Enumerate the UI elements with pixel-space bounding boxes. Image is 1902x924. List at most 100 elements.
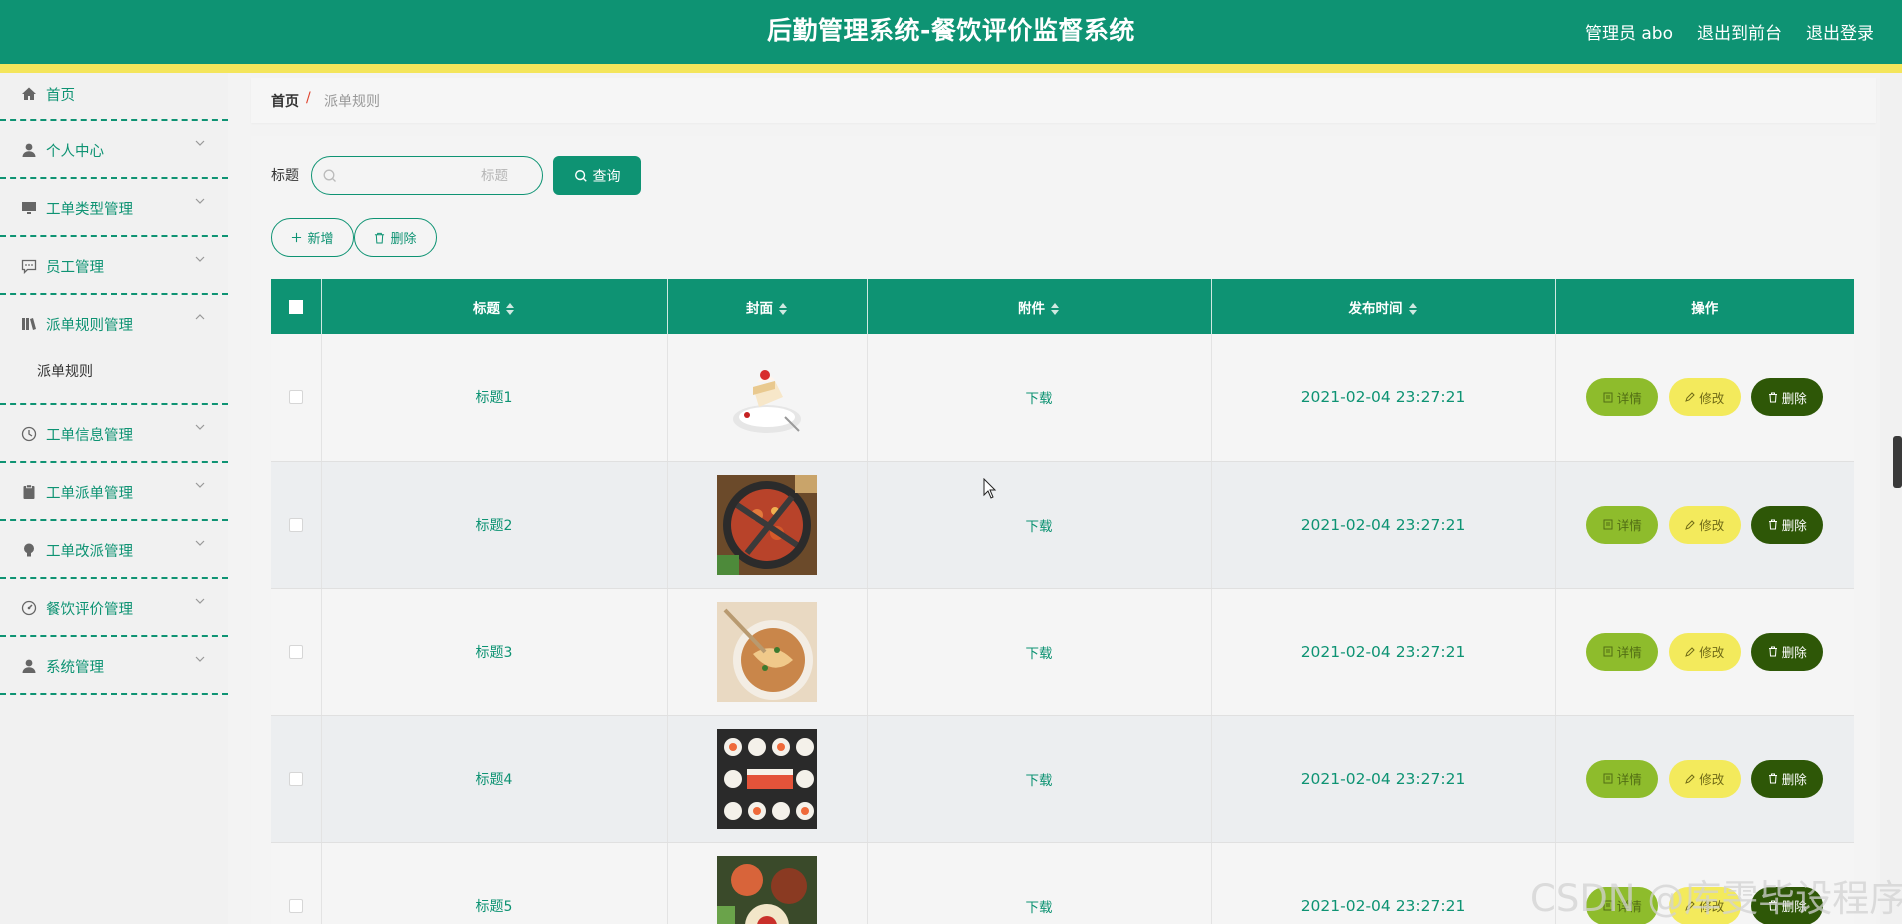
chevron-down-icon xyxy=(195,656,205,662)
trash-icon xyxy=(375,232,385,244)
chevron-down-icon xyxy=(195,198,205,204)
cell-publish-time: 2021-02-04 23:27:21 xyxy=(1211,842,1556,924)
home-icon xyxy=(22,87,36,100)
sidebar-item-staff[interactable]: 员工管理 xyxy=(0,237,228,295)
cell-title: 标题2 xyxy=(321,461,668,589)
sidebar-subitem-dispatch-rule[interactable]: 派单规则 xyxy=(0,347,228,393)
cell-publish-time: 2021-02-04 23:27:21 xyxy=(1211,588,1556,716)
column-header-attachment[interactable]: 附件 xyxy=(867,279,1212,334)
search-field[interactable] xyxy=(311,156,543,195)
document-icon xyxy=(1603,392,1613,403)
sidebar-item-ticket-dispatch[interactable]: 工单派单管理 xyxy=(0,463,228,521)
breadcrumb-home[interactable]: 首页 xyxy=(271,91,299,111)
cell-attachment-download[interactable]: 下载 xyxy=(867,715,1212,843)
gauge-icon xyxy=(21,600,37,616)
detail-button[interactable]: 详情 xyxy=(1586,759,1659,798)
sidebar-item-ticket-info[interactable]: 工单信息管理 xyxy=(0,405,228,463)
book-icon xyxy=(22,318,36,330)
column-header-actions: 操作 xyxy=(1555,279,1854,334)
sidebar-item-ticket-type[interactable]: 工单类型管理 xyxy=(0,179,228,237)
row-checkbox[interactable] xyxy=(288,390,303,405)
row-checkbox[interactable] xyxy=(288,517,303,532)
trash-icon xyxy=(1768,773,1777,784)
exit-to-front-link[interactable]: 退出到前台 xyxy=(1697,19,1782,44)
add-button[interactable]: 新增 xyxy=(271,218,354,257)
cell-actions: 详情 修改 删除 xyxy=(1555,461,1854,589)
pencil-icon xyxy=(1685,519,1695,530)
cell-title: 标题3 xyxy=(321,588,668,716)
sidebar-item-label: 员工管理 xyxy=(46,260,104,276)
column-header-publish-time[interactable]: 发布时间 xyxy=(1211,279,1556,334)
chevron-down-icon xyxy=(195,140,205,146)
delete-button[interactable]: 删除 xyxy=(1751,505,1824,544)
sidebar-item-dining-review[interactable]: 餐饮评价管理 xyxy=(0,579,228,637)
sidebar-item-label: 工单派单管理 xyxy=(46,486,133,502)
column-header-cover[interactable]: 封面 xyxy=(667,279,868,334)
cell-attachment-download[interactable]: 下载 xyxy=(867,842,1212,924)
row-checkbox[interactable] xyxy=(288,898,303,913)
scrollbar-thumb[interactable] xyxy=(1893,436,1902,488)
delete-button[interactable]: 删除 xyxy=(1751,759,1824,798)
batch-delete-button[interactable]: 删除 xyxy=(354,218,437,257)
sidebar-item-label: 派单规则管理 xyxy=(46,318,133,334)
breadcrumb-separator: / xyxy=(306,90,311,106)
sidebar-item-label: 餐饮评价管理 xyxy=(46,602,133,618)
sort-icon[interactable] xyxy=(1051,302,1060,316)
row-checkbox[interactable] xyxy=(288,771,303,786)
cell-attachment-download[interactable]: 下载 xyxy=(867,461,1212,589)
cell-title: 标题4 xyxy=(321,715,668,843)
watermark: CSDN @库雯毕设程序 xyxy=(1530,877,1902,920)
sort-icon[interactable] xyxy=(506,302,515,316)
user-icon xyxy=(22,143,36,157)
row-checkbox[interactable] xyxy=(288,644,303,659)
document-icon xyxy=(1603,519,1613,530)
search-input[interactable] xyxy=(344,163,524,189)
cover-image xyxy=(717,347,817,448)
bulb-icon xyxy=(24,543,34,557)
sidebar-item-dispatch-rules[interactable]: 派单规则管理 派单规则 xyxy=(0,295,228,405)
sort-icon[interactable] xyxy=(779,302,788,316)
edit-button[interactable]: 修改 xyxy=(1668,632,1741,671)
logout-link[interactable]: 退出登录 xyxy=(1806,19,1874,44)
cell-actions: 详情 修改 删除 xyxy=(1555,334,1854,462)
monitor-icon xyxy=(22,202,36,214)
cover-image xyxy=(717,855,817,924)
sidebar-item-label: 系统管理 xyxy=(46,660,104,676)
cell-attachment-download[interactable]: 下载 xyxy=(867,334,1212,462)
sidebar-item-system[interactable]: 系统管理 xyxy=(0,637,228,695)
cell-attachment-download[interactable]: 下载 xyxy=(867,588,1212,716)
cover-image xyxy=(717,601,817,702)
column-header-title[interactable]: 标题 xyxy=(321,279,668,334)
sidebar-item-label: 工单改派管理 xyxy=(46,544,133,560)
cell-actions: 详情 修改 删除 xyxy=(1555,715,1854,843)
table-header-row: 标题 封面 附件 发布时间 操作 xyxy=(271,279,1854,334)
sidebar: 首页 个人中心 工单类型管理 员工管理 派单规则管理 派单规则 工单信息管理 工… xyxy=(0,73,228,924)
table-row: 标题3 下载 2021-02-04 23:27:21 详情 修改 删除 xyxy=(271,588,1854,716)
edit-button[interactable]: 修改 xyxy=(1668,759,1741,798)
edit-button[interactable]: 修改 xyxy=(1668,378,1741,417)
delete-button[interactable]: 删除 xyxy=(1751,632,1824,671)
header-select-all[interactable] xyxy=(271,279,322,334)
detail-button[interactable]: 详情 xyxy=(1586,632,1659,671)
breadcrumb-current: 派单规则 xyxy=(324,94,380,110)
trash-icon xyxy=(1768,646,1777,657)
pencil-icon xyxy=(1685,392,1695,403)
cell-publish-time: 2021-02-04 23:27:21 xyxy=(1211,334,1556,462)
sidebar-item-personal-center[interactable]: 个人中心 xyxy=(0,121,228,179)
cover-image xyxy=(717,474,817,575)
sidebar-item-label: 个人中心 xyxy=(46,144,104,160)
query-button[interactable]: 查询 xyxy=(553,156,641,195)
detail-button[interactable]: 详情 xyxy=(1586,505,1659,544)
sidebar-item-home[interactable]: 首页 xyxy=(0,73,228,121)
delete-button[interactable]: 删除 xyxy=(1751,378,1824,417)
admin-user-label: 管理员 abo xyxy=(1584,23,1673,44)
search-icon xyxy=(574,169,587,182)
edit-button[interactable]: 修改 xyxy=(1668,505,1741,544)
page-scrollbar[interactable] xyxy=(1880,73,1902,924)
sort-icon[interactable] xyxy=(1408,302,1418,316)
clock-icon xyxy=(21,426,37,442)
detail-button[interactable]: 详情 xyxy=(1586,378,1659,417)
select-all-checkbox[interactable] xyxy=(288,299,303,314)
sidebar-item-label: 首页 xyxy=(46,88,75,104)
sidebar-item-ticket-reassign[interactable]: 工单改派管理 xyxy=(0,521,228,579)
